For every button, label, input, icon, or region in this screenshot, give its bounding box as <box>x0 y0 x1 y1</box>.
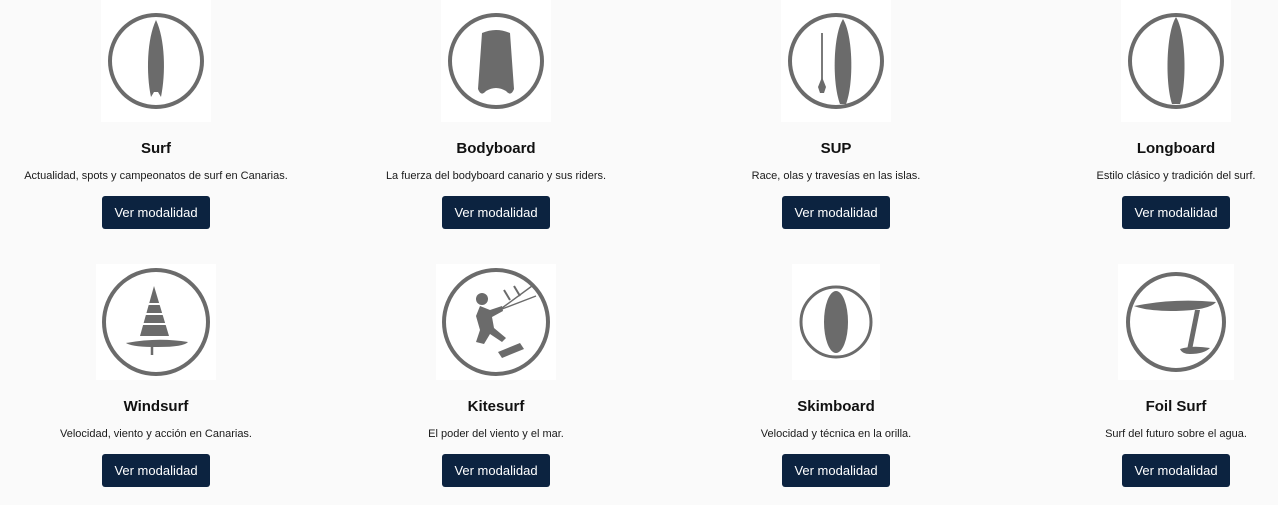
card-title: Bodyboard <box>456 140 536 157</box>
ver-modalidad-button[interactable]: Ver modalidad <box>102 454 210 487</box>
card-description: Estilo clásico y tradición del surf. <box>1096 170 1256 182</box>
card-title: Longboard <box>1136 140 1216 157</box>
card-surf: Surf Actualidad, spots y campeonatos de … <box>6 0 306 229</box>
sports-grid: Surf Actualidad, spots y campeonatos de … <box>0 0 1278 505</box>
ver-modalidad-button[interactable]: Ver modalidad <box>782 454 890 487</box>
card-bodyboard: Bodyboard La fuerza del bodyboard canari… <box>346 0 646 229</box>
sup-icon <box>781 0 891 122</box>
longboard-icon <box>1121 0 1231 122</box>
card-windsurf: Windsurf Velocidad, viento y acción en C… <box>6 264 306 487</box>
bodyboard-icon <box>441 0 551 122</box>
card-title: Windsurf <box>123 398 189 415</box>
foil-surf-icon <box>1118 264 1234 380</box>
ver-modalidad-button[interactable]: Ver modalidad <box>1122 196 1230 229</box>
card-title: Kitesurf <box>467 398 525 415</box>
ver-modalidad-button[interactable]: Ver modalidad <box>102 196 210 229</box>
card-title: SUP <box>820 140 852 157</box>
card-description: La fuerza del bodyboard canario y sus ri… <box>385 170 607 182</box>
card-description: El poder del viento y el mar. <box>428 428 564 440</box>
card-description: Actualidad, spots y campeonatos de surf … <box>24 170 288 182</box>
ver-modalidad-button[interactable]: Ver modalidad <box>442 196 550 229</box>
windsurf-icon <box>96 264 216 380</box>
card-foil-surf: Foil Surf Surf del futuro sobre el agua.… <box>1026 264 1278 487</box>
card-sup: SUP Race, olas y travesías en las islas.… <box>686 0 986 229</box>
skimboard-icon <box>792 264 880 380</box>
ver-modalidad-button[interactable]: Ver modalidad <box>782 196 890 229</box>
card-title: Skimboard <box>797 398 875 415</box>
card-description: Velocidad y técnica en la orilla. <box>760 428 912 440</box>
card-skimboard: Skimboard Velocidad y técnica en la oril… <box>686 264 986 487</box>
ver-modalidad-button[interactable]: Ver modalidad <box>1122 454 1230 487</box>
surfboard-icon <box>101 0 211 122</box>
card-description: Race, olas y travesías en las islas. <box>751 170 921 182</box>
kitesurf-icon <box>436 264 556 380</box>
card-description: Surf del futuro sobre el agua. <box>1105 428 1247 440</box>
card-longboard: Longboard Estilo clásico y tradición del… <box>1026 0 1278 229</box>
card-title: Surf <box>141 140 171 157</box>
card-description: Velocidad, viento y acción en Canarias. <box>59 428 252 440</box>
card-title: Foil Surf <box>1145 398 1207 415</box>
card-kitesurf: Kitesurf El poder del viento y el mar. V… <box>346 264 646 487</box>
ver-modalidad-button[interactable]: Ver modalidad <box>442 454 550 487</box>
